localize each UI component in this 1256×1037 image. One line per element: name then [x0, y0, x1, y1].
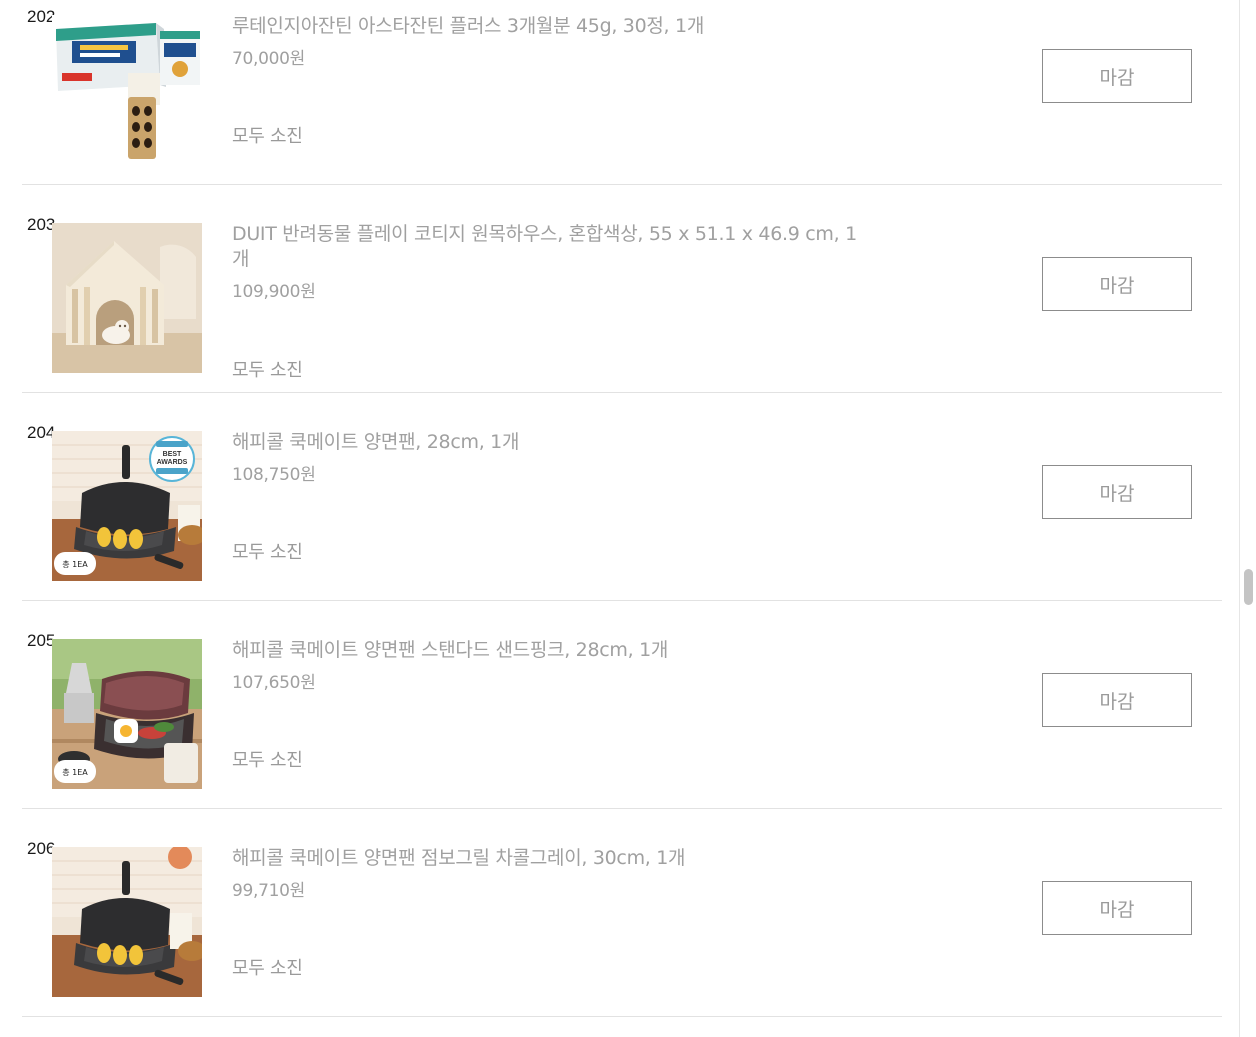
deal-list-page: 202 루테인지아잔틴 아스타잔틴 플러스 3개월분 45g, 30정, 1개 …	[0, 0, 1256, 1037]
vertical-scrollbar[interactable]	[1239, 0, 1256, 1037]
closed-button[interactable]: 마감	[1042, 465, 1192, 519]
product-title[interactable]: 루테인지아잔틴 아스타잔틴 플러스 3개월분 45g, 30정, 1개	[232, 14, 872, 39]
supplement-box-image	[52, 15, 202, 165]
product-price: 99,710원	[232, 881, 306, 901]
pet-house-image	[52, 223, 202, 373]
stock-status: 모두 소진	[232, 360, 303, 381]
closed-button[interactable]: 마감	[1042, 49, 1192, 103]
list-item: 202 루테인지아잔틴 아스타잔틴 플러스 3개월분 45g, 30정, 1개 …	[0, 0, 1240, 185]
product-price: 109,900원	[232, 282, 316, 302]
list-item: 206 해피콜 쿡메이트 양면팬 점보그릴 차콜그레이, 30cm, 1개 99…	[0, 809, 1240, 1017]
product-thumbnail[interactable]: 총 1EA	[52, 639, 202, 789]
award-line-1: BEST	[163, 451, 182, 458]
stock-status: 모두 소진	[232, 750, 303, 771]
product-list: 202 루테인지아잔틴 아스타잔틴 플러스 3개월분 45g, 30정, 1개 …	[0, 0, 1240, 1017]
product-title[interactable]: DUIT 반려동물 플레이 코티지 원목하우스, 혼합색상, 55 x 51.1…	[232, 222, 872, 272]
stock-status: 모두 소진	[232, 958, 303, 979]
product-thumbnail[interactable]	[52, 223, 202, 373]
list-item: 203 DUIT 반려동물 플레이 코티지 원목하우스, 혼합색상, 55 x …	[0, 185, 1240, 393]
stock-status: 모두 소진	[232, 542, 303, 563]
product-thumbnail[interactable]	[52, 847, 202, 997]
scrollbar-thumb[interactable]	[1244, 569, 1253, 605]
list-item: 205 총 1EA 해피콜 쿡메이트 양면팬 스탠다드 샌드핑크, 28cm, …	[0, 601, 1240, 809]
stock-status: 모두 소진	[232, 126, 303, 147]
product-thumbnail[interactable]: BEST AWARDS 총 1EA	[52, 431, 202, 581]
award-line-2: AWARDS	[157, 459, 188, 466]
closed-button[interactable]: 마감	[1042, 257, 1192, 311]
quantity-badge: 총 1EA	[62, 560, 88, 569]
product-thumbnail[interactable]	[52, 15, 202, 165]
grill-pan-image	[52, 847, 202, 997]
product-price: 108,750원	[232, 465, 316, 485]
product-price: 70,000원	[232, 49, 306, 69]
double-pan-image: BEST AWARDS 총 1EA	[52, 431, 202, 581]
closed-button[interactable]: 마감	[1042, 881, 1192, 935]
list-item: 204 BEST AWARDS 총 1EA 해피콜 쿡메이트 양면팬, 28cm…	[0, 393, 1240, 601]
product-title[interactable]: 해피콜 쿡메이트 양면팬 점보그릴 차콜그레이, 30cm, 1개	[232, 846, 872, 871]
product-title[interactable]: 해피콜 쿡메이트 양면팬, 28cm, 1개	[232, 430, 872, 455]
product-price: 107,650원	[232, 673, 316, 693]
product-title[interactable]: 해피콜 쿡메이트 양면팬 스탠다드 샌드핑크, 28cm, 1개	[232, 638, 872, 663]
quantity-badge: 총 1EA	[62, 768, 88, 777]
pink-pan-image: 총 1EA	[52, 639, 202, 789]
divider	[22, 1016, 1222, 1017]
closed-button[interactable]: 마감	[1042, 673, 1192, 727]
